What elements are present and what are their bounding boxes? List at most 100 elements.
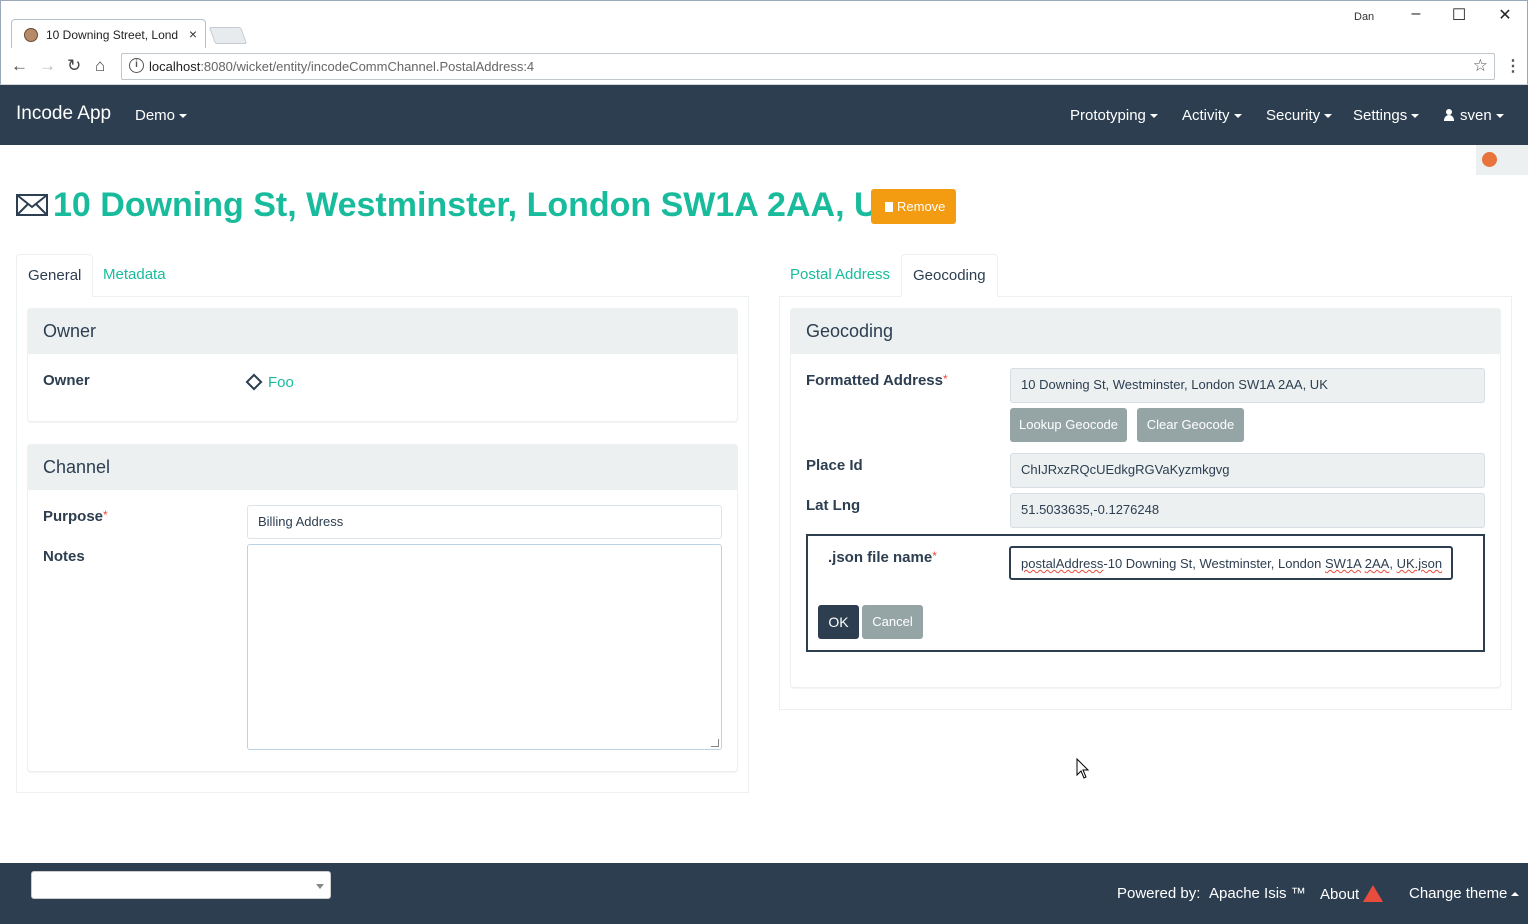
purpose-label: Purpose*	[43, 508, 108, 525]
resize-grip-icon[interactable]	[711, 739, 719, 747]
owner-panel-heading: Owner	[28, 309, 737, 354]
right-tabs: Postal Address Geocoding	[779, 254, 1512, 297]
lat-lng-field[interactable]: 51.5033635,-0.1276248	[1010, 493, 1485, 528]
powered-by-label: Powered by:	[1117, 885, 1201, 902]
tab-title: 10 Downing Street, Lond	[46, 28, 179, 42]
json-value-mid: -10 Downing St, Westminster, London	[1103, 556, 1325, 571]
purpose-field[interactable]: Billing Address	[247, 505, 722, 539]
owner-link[interactable]: Foo	[245, 373, 294, 391]
apache-isis-link[interactable]: Apache Isis ™	[1209, 885, 1306, 902]
cancel-button[interactable]: Cancel	[862, 605, 923, 639]
menu-demo-label: Demo	[135, 107, 176, 124]
url-path: :8080/wicket/entity/incodeCommChannel.Po…	[200, 59, 535, 74]
clear-geocode-button[interactable]: Clear Geocode	[1137, 408, 1244, 442]
formatted-address-label-text: Formatted Address	[806, 372, 943, 389]
menu-demo[interactable]: Demo	[135, 107, 188, 124]
json-value-prefix: postalAddress	[1021, 556, 1104, 571]
about-label: About	[1320, 886, 1360, 903]
address-bar: ← → ↻ ⌂ i localhost:8080/wicket/entity/i…	[0, 48, 1528, 85]
back-arrow-icon[interactable]: ←	[11, 56, 28, 76]
menu-prototyping-label: Prototyping	[1070, 107, 1146, 124]
ok-button[interactable]: OK	[818, 605, 859, 639]
side-widget[interactable]	[1476, 145, 1528, 175]
url-text: localhost:8080/wicket/entity/incodeCommC…	[149, 59, 534, 74]
tab-geocoding[interactable]: Geocoding	[901, 254, 998, 297]
purpose-label-text: Purpose	[43, 508, 104, 525]
notes-label: Notes	[43, 548, 85, 565]
forward-arrow-icon[interactable]: →	[39, 56, 56, 76]
menu-user[interactable]: sven	[1444, 107, 1504, 124]
app-brand[interactable]: Incode App	[16, 103, 111, 125]
url-host: localhost	[149, 59, 201, 74]
maximize-icon[interactable]: ☐	[1444, 5, 1474, 25]
home-icon[interactable]: ⌂	[95, 56, 105, 76]
trash-icon	[885, 202, 893, 212]
change-theme-menu[interactable]: Change theme	[1409, 885, 1520, 902]
owner-value: Foo	[268, 374, 294, 391]
page-title: 10 Downing St, Westminster, London SW1A …	[53, 186, 904, 224]
bookmark-star-icon[interactable]: ☆	[1473, 56, 1488, 76]
lat-lng-label: Lat Lng	[806, 497, 861, 514]
caret-down-icon	[1324, 114, 1333, 119]
json-file-name-label-text: .json file name	[828, 549, 933, 566]
channel-panel-heading: Channel	[28, 445, 737, 490]
app-navbar: Incode App Demo Prototyping Activity Sec…	[0, 85, 1528, 145]
caret-up-icon	[1511, 892, 1520, 897]
menu-user-label: sven	[1460, 107, 1492, 124]
caret-down-icon	[179, 114, 188, 119]
owner-panel: Owner	[27, 308, 738, 422]
menu-settings[interactable]: Settings	[1353, 107, 1420, 124]
notes-textarea[interactable]	[247, 544, 722, 750]
info-icon[interactable]: i	[129, 58, 144, 73]
dropdown-arrow-icon	[316, 884, 324, 889]
json-value-2aa: 2AA	[1364, 556, 1390, 571]
browser-titlebar: 10 Downing Street, Lond × Dan – ☐ ✕	[0, 0, 1528, 49]
caret-down-icon	[1411, 114, 1420, 119]
reload-icon[interactable]: ↻	[67, 56, 81, 76]
menu-activity[interactable]: Activity	[1182, 107, 1242, 124]
tab-postal-address[interactable]: Postal Address	[779, 254, 901, 297]
caret-down-icon	[1149, 114, 1158, 119]
required-mark: *	[942, 372, 948, 386]
user-icon	[1444, 109, 1454, 121]
url-input[interactable]: i localhost:8080/wicket/entity/incodeCom…	[121, 53, 1495, 80]
formatted-address-field[interactable]: 10 Downing St, Westminster, London SW1A …	[1010, 368, 1485, 403]
place-id-label: Place Id	[806, 457, 863, 474]
left-tabs: General Metadata	[16, 254, 749, 297]
geocoding-panel-heading: Geocoding	[791, 309, 1500, 354]
tab-metadata[interactable]: Metadata	[92, 254, 177, 297]
close-tab-icon[interactable]: ×	[189, 26, 197, 42]
required-mark: *	[932, 549, 937, 563]
envelope-icon	[16, 194, 48, 216]
owner-label: Owner	[43, 372, 90, 389]
caret-down-icon	[1495, 114, 1504, 119]
browser-tab[interactable]: 10 Downing Street, Lond ×	[11, 19, 206, 49]
menu-settings-label: Settings	[1353, 107, 1408, 124]
remove-button[interactable]: Remove	[871, 189, 956, 224]
menu-security-label: Security	[1266, 107, 1321, 124]
menu-activity-label: Activity	[1182, 107, 1230, 124]
minimize-icon[interactable]: –	[1401, 5, 1431, 23]
browser-menu-icon[interactable]: ⋮	[1505, 56, 1521, 76]
required-mark: *	[103, 508, 108, 522]
about-link[interactable]: About	[1320, 885, 1384, 903]
json-value-sw: SW1A	[1325, 556, 1362, 571]
footer-select[interactable]	[31, 871, 331, 899]
warning-icon	[1363, 885, 1384, 902]
tab-general[interactable]: General	[16, 254, 94, 297]
formatted-address-label: Formatted Address*	[806, 372, 948, 389]
new-tab-button[interactable]	[208, 27, 248, 44]
mouse-cursor-icon	[1076, 758, 1090, 779]
json-file-name-input[interactable]: postalAddress-10 Downing St, Westminster…	[1009, 546, 1453, 580]
lookup-geocode-button[interactable]: Lookup Geocode	[1010, 408, 1127, 442]
widget-icon	[1482, 152, 1497, 167]
remove-button-label: Remove	[897, 199, 946, 214]
json-file-name-label: .json file name*	[828, 549, 937, 566]
footer: Powered by: Apache Isis ™ About Change t…	[0, 863, 1528, 924]
place-id-field[interactable]: ChIJRxzRQcUEdkgRGVaKyzmkgvg	[1010, 453, 1485, 488]
json-sep: ,	[1389, 556, 1397, 571]
menu-security[interactable]: Security	[1266, 107, 1333, 124]
menu-prototyping[interactable]: Prototyping	[1070, 107, 1158, 124]
close-window-icon[interactable]: ✕	[1490, 5, 1520, 25]
json-value-uk: UK.json	[1396, 556, 1443, 571]
